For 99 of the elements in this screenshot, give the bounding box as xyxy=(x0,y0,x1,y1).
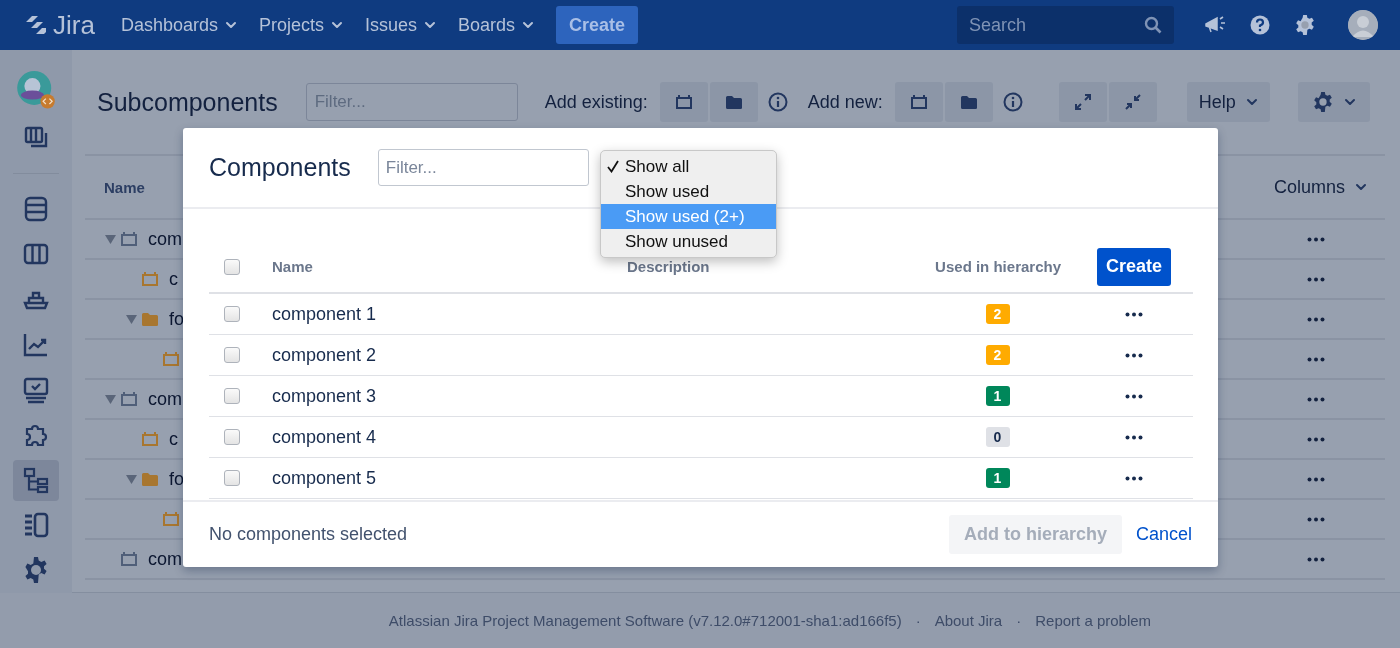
add-folder-button[interactable] xyxy=(709,82,758,122)
project-avatar[interactable] xyxy=(14,70,58,110)
checkbox[interactable] xyxy=(224,470,240,486)
collapse-button[interactable] xyxy=(1108,82,1157,122)
add-new-label: Add new: xyxy=(807,91,883,113)
column-header: Name xyxy=(104,178,145,196)
checkbox[interactable] xyxy=(224,429,240,445)
tree-item-label[interactable]: fo xyxy=(169,308,184,330)
more-icon[interactable] xyxy=(1307,276,1325,282)
more-icon[interactable] xyxy=(1125,475,1143,481)
caret-icon xyxy=(1355,183,1367,191)
help-icon[interactable] xyxy=(1250,15,1270,35)
nav-menu[interactable]: Boards xyxy=(458,14,535,36)
more-icon[interactable] xyxy=(1125,434,1143,440)
help-button[interactable]: Help xyxy=(1186,82,1270,122)
filter-field[interactable]: Filter... xyxy=(305,83,518,121)
nav-menu[interactable]: Issues xyxy=(365,14,437,36)
component-icon xyxy=(674,94,693,110)
more-icon[interactable] xyxy=(1307,476,1325,482)
dropdown-option[interactable]: Show all xyxy=(601,154,776,179)
tree-item-label[interactable]: com xyxy=(148,548,182,570)
dialog-title: Components xyxy=(209,153,351,182)
add-component-button[interactable] xyxy=(659,82,708,122)
settings-button[interactable] xyxy=(1297,82,1370,122)
tree-item-label[interactable]: fo xyxy=(169,468,184,490)
component-name: component 1 xyxy=(271,303,378,325)
info-icon[interactable] xyxy=(1002,92,1023,112)
footer-separator: · xyxy=(915,612,921,629)
more-icon[interactable] xyxy=(1125,352,1143,358)
info-icon[interactable] xyxy=(767,92,788,112)
tree-item-label[interactable]: com xyxy=(148,228,182,250)
folder-icon xyxy=(724,94,743,110)
more-icon[interactable] xyxy=(1307,316,1325,322)
footer-separator: · xyxy=(1016,612,1022,629)
footer-text: Atlassian Jira Project Management Software (v7.12.0#712001-sha1:ad166f5) xyxy=(388,612,902,629)
column-header: Description xyxy=(626,258,711,275)
count-badge: 1 xyxy=(985,386,1010,406)
column-header: Name xyxy=(271,258,314,275)
add-existing-label: Add existing: xyxy=(544,91,648,113)
more-icon[interactable] xyxy=(1307,436,1325,442)
caret-icon xyxy=(1343,98,1356,106)
logo-text: Jira xyxy=(53,9,95,41)
checkbox[interactable] xyxy=(224,347,240,363)
user-avatar[interactable] xyxy=(1348,10,1378,40)
logo-icon xyxy=(25,14,47,36)
nav-menu[interactable]: Dashboards xyxy=(120,14,237,36)
checkbox[interactable] xyxy=(224,306,240,322)
page-title: Subcomponents xyxy=(97,87,278,117)
component-name: component 3 xyxy=(271,385,378,407)
search-field[interactable]: Search xyxy=(957,6,1174,44)
list-icon xyxy=(22,511,50,540)
create-button[interactable]: Create xyxy=(1097,247,1171,286)
monitor-icon xyxy=(22,375,50,404)
selection-status: No components selected xyxy=(209,524,409,545)
more-icon[interactable] xyxy=(1125,311,1143,317)
filter-field[interactable]: Filter... xyxy=(377,149,589,186)
caret-icon xyxy=(424,21,437,29)
collapse-icon xyxy=(1123,93,1142,111)
count-badge: 2 xyxy=(985,345,1010,365)
more-icon[interactable] xyxy=(1307,356,1325,362)
new-component-button[interactable] xyxy=(894,82,943,122)
caret-icon xyxy=(1245,98,1258,106)
more-icon[interactable] xyxy=(1307,236,1325,242)
count-badge: 2 xyxy=(985,304,1010,324)
new-folder-button[interactable] xyxy=(944,82,993,122)
caret-icon xyxy=(331,21,343,29)
caret-icon xyxy=(522,21,535,29)
more-icon[interactable] xyxy=(1307,556,1325,562)
columns-button[interactable]: Columns xyxy=(1273,176,1367,198)
nav-menu[interactable]: Projects xyxy=(258,14,343,36)
expand-button[interactable] xyxy=(1058,82,1107,122)
stack-icon xyxy=(22,194,50,223)
component-name: component 5 xyxy=(271,467,378,489)
expand-icon xyxy=(1073,93,1092,111)
component-name: component 2 xyxy=(271,344,378,366)
cancel-link[interactable]: Cancel xyxy=(1135,524,1192,545)
count-badge: 0 xyxy=(985,427,1010,447)
component-icon xyxy=(909,94,928,110)
more-icon[interactable] xyxy=(1125,393,1143,399)
tree-item-label[interactable]: c xyxy=(169,428,178,450)
settings-icon xyxy=(1311,91,1334,113)
dropdown-option[interactable]: Show unused xyxy=(601,229,776,254)
megaphone-icon[interactable] xyxy=(1204,15,1226,35)
tree-item-label[interactable]: c xyxy=(169,268,178,290)
caret-icon xyxy=(224,21,237,29)
tree-icon xyxy=(22,466,50,495)
dropdown-option[interactable]: Show used xyxy=(601,179,776,204)
folder-icon xyxy=(959,94,978,110)
column-header: Used in hierarchy xyxy=(934,258,1062,275)
search-icon xyxy=(1144,16,1162,34)
count-badge: 1 xyxy=(985,468,1010,488)
tree-item-label[interactable]: com xyxy=(148,388,182,410)
checkbox[interactable] xyxy=(224,388,240,404)
checkbox[interactable] xyxy=(224,258,240,275)
sidebar-item[interactable] xyxy=(13,459,59,501)
settings-icon[interactable] xyxy=(1294,14,1316,36)
more-icon[interactable] xyxy=(1307,516,1325,522)
more-icon[interactable] xyxy=(1307,396,1325,402)
component-name: component 4 xyxy=(271,426,378,448)
